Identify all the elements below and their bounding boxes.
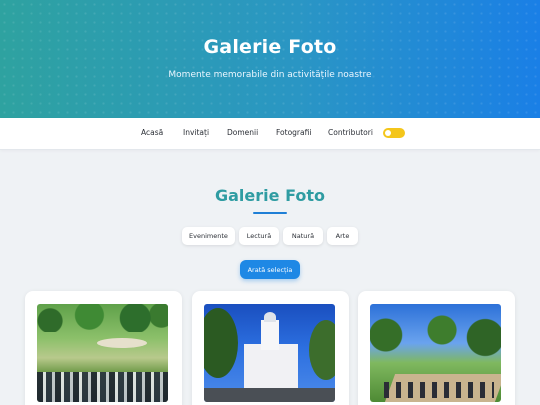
hero-banner: Galerie Foto Momente memorabile din acti… [0, 0, 540, 118]
nav-item-domenii[interactable]: Domenii [227, 128, 258, 137]
filter-arte-button[interactable]: Arte [327, 227, 358, 245]
photo-trees [370, 310, 501, 360]
cathedral-photo[interactable] [204, 304, 335, 402]
title-underline [253, 212, 287, 214]
photo-church-tower [261, 320, 279, 350]
main-nav: Acasă Invitați Domenii Fotografii Contri… [0, 118, 540, 150]
section-title: Galerie Foto [215, 186, 325, 205]
photo-people [384, 382, 494, 398]
nav-item-contributori[interactable]: Contributori [328, 128, 373, 137]
park-amphitheatre-photo[interactable] [37, 304, 168, 402]
filter-evenimente-button[interactable]: Evenimente [182, 227, 235, 245]
nav-item-invitati[interactable]: Invitați [183, 128, 209, 137]
photo-tree-right [309, 320, 335, 380]
photo-ground [204, 388, 335, 402]
gallery-card-1[interactable] [25, 291, 182, 405]
gallery-card-3[interactable] [358, 291, 515, 405]
park-path-photo[interactable] [370, 304, 501, 402]
photo-trees [37, 304, 168, 332]
hero-title: Galerie Foto [203, 36, 337, 58]
nav-item-acasa[interactable]: Acasă [141, 128, 163, 137]
theme-toggle-switch[interactable] [383, 128, 405, 138]
photo-church-dome [264, 312, 276, 322]
filter-natura-button[interactable]: Natură [283, 227, 323, 245]
photo-tree-left [204, 308, 238, 378]
gallery-card-2[interactable] [192, 291, 349, 405]
photo-church-body [244, 344, 298, 390]
photo-crowd [37, 372, 168, 402]
filter-lectura-button[interactable]: Lectură [239, 227, 279, 245]
photo-stage [97, 338, 147, 348]
hero-subtitle: Momente memorabile din activitățile noas… [168, 70, 372, 80]
show-selection-button[interactable]: Arată selecția [240, 260, 300, 279]
nav-item-fotografii[interactable]: Fotografii [276, 128, 311, 137]
